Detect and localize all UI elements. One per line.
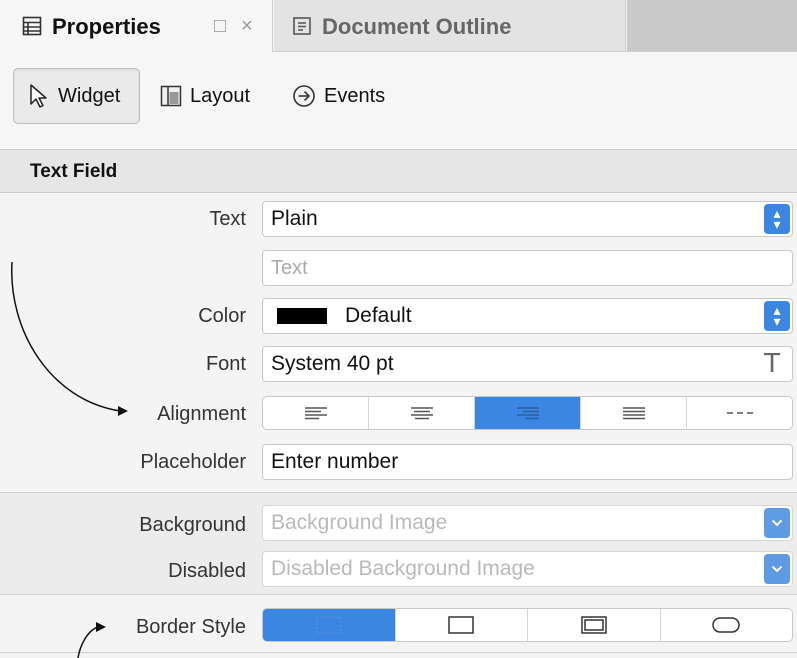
align-center-button[interactable] — [369, 397, 475, 429]
chevron-down-icon — [764, 508, 790, 538]
font-field[interactable]: System 40 pt T — [262, 346, 793, 382]
section-title: Text Field — [30, 161, 118, 182]
color-swatch — [277, 308, 327, 324]
background-label: Background — [139, 514, 246, 536]
text-type-select[interactable]: Plain ▴ ▾ — [262, 201, 793, 237]
font-value: System 40 pt — [271, 352, 394, 375]
tab-events-label: Events — [324, 84, 386, 107]
font-label: Font — [205, 353, 246, 375]
border-bezel-icon — [581, 616, 607, 634]
border-rounded-icon — [712, 617, 740, 633]
text-type-value: Plain — [271, 207, 318, 230]
alignment-segmented-control — [262, 396, 793, 430]
tab-document-outline-label: Document Outline — [322, 14, 512, 39]
tab-widget-label: Widget — [58, 84, 121, 107]
border-rounded-button[interactable] — [661, 609, 793, 641]
align-right-button[interactable] — [475, 397, 581, 429]
font-picker-icon[interactable]: T — [764, 349, 780, 379]
maximize-icon[interactable]: □ — [214, 16, 226, 36]
border-bezel-button[interactable] — [528, 609, 661, 641]
tab-properties-label: Properties — [52, 14, 161, 39]
close-icon[interactable]: × — [241, 16, 253, 36]
border-line-icon — [448, 616, 474, 634]
align-justify-button[interactable] — [581, 397, 687, 429]
align-natural-icon — [726, 412, 753, 414]
divider — [0, 492, 797, 493]
color-select[interactable]: Default ▴ ▾ — [262, 298, 793, 334]
cursor-arrow-icon — [30, 84, 47, 108]
tab-bar-empty-area — [627, 0, 797, 51]
select-stepper-icon: ▴ ▾ — [764, 301, 790, 331]
placeholder-value: Enter number — [271, 450, 399, 473]
border-style-segmented-control — [262, 608, 793, 642]
text-content-placeholder: Text — [271, 256, 308, 279]
disabled-background-image-select[interactable]: Disabled Background Image — [262, 551, 793, 587]
layout-grid-icon — [160, 85, 182, 107]
color-label: Color — [198, 305, 246, 327]
arrow-circle-right-icon — [293, 85, 315, 107]
align-left-icon — [304, 407, 327, 420]
select-stepper-icon: ▴ ▾ — [764, 204, 790, 234]
tab-document-outline[interactable]: Document Outline — [274, 0, 626, 51]
border-none-icon — [316, 616, 342, 634]
tab-widget[interactable]: Widget — [13, 68, 140, 124]
divider — [0, 652, 797, 653]
disabled-label: Disabled — [168, 560, 246, 582]
text-label: Text — [209, 208, 246, 230]
color-value: Default — [345, 304, 412, 327]
border-style-label: Border Style — [135, 616, 246, 638]
tab-properties[interactable]: Properties □ × — [0, 0, 273, 52]
tab-layout[interactable]: Layout — [160, 68, 250, 124]
placeholder-input[interactable]: Enter number — [262, 444, 793, 480]
text-content-input[interactable]: Text — [262, 250, 793, 286]
border-none-button[interactable] — [263, 609, 396, 641]
properties-panel-icon — [22, 16, 42, 36]
disabled-background-image-placeholder: Disabled Background Image — [271, 557, 535, 580]
background-image-placeholder: Background Image — [271, 511, 448, 534]
placeholder-label: Placeholder — [140, 451, 246, 473]
align-center-icon — [410, 407, 433, 420]
document-outline-icon — [293, 17, 311, 35]
divider — [0, 594, 797, 595]
background-image-select[interactable]: Background Image — [262, 505, 793, 541]
inspector-tabs: Widget Layout Events — [0, 52, 797, 149]
panel-tab-bar: Properties □ × Document Outline — [0, 0, 797, 52]
section-header-text-field[interactable]: Text Field — [0, 149, 797, 193]
align-left-button[interactable] — [263, 397, 369, 429]
alignment-label: Alignment — [157, 403, 246, 425]
align-natural-button[interactable] — [687, 397, 792, 429]
border-line-button[interactable] — [396, 609, 528, 641]
tab-layout-label: Layout — [190, 84, 251, 107]
align-right-icon — [516, 407, 539, 420]
chevron-down-icon — [764, 554, 790, 584]
tab-events[interactable]: Events — [292, 68, 385, 124]
align-justify-icon — [622, 407, 645, 420]
